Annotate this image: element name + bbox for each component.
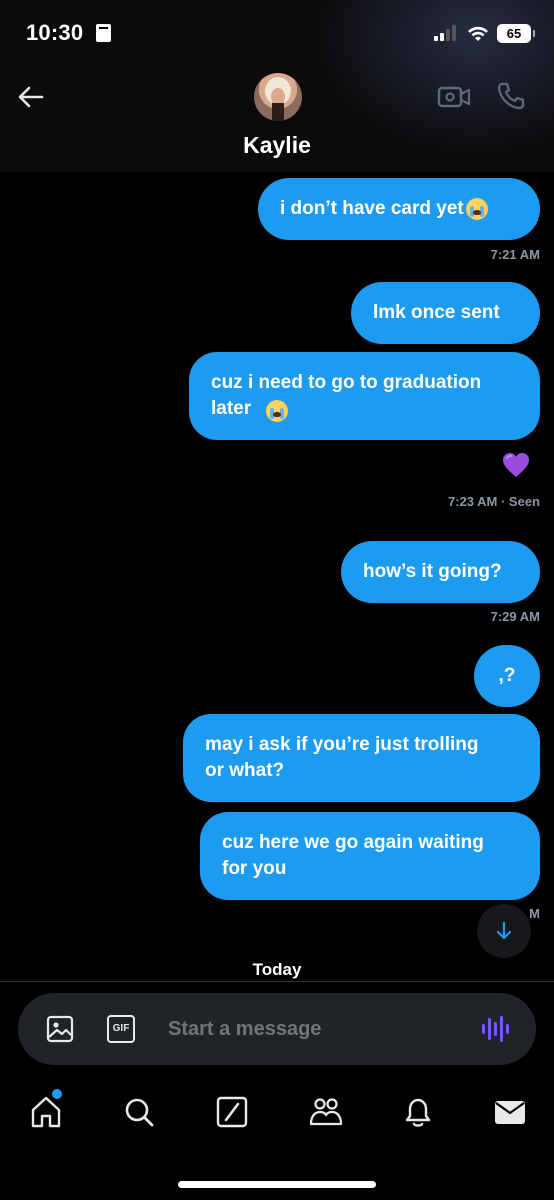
sent-message[interactable]: may i ask if you’re just trolling or wha… <box>183 714 540 802</box>
loudly-crying-emoji <box>465 198 488 220</box>
message-timestamp: M <box>529 906 540 921</box>
communities-icon[interactable] <box>306 1092 346 1132</box>
cellular-signal-icon <box>434 25 460 41</box>
message-composer: GIF <box>18 993 536 1065</box>
purple-heart-reaction-icon[interactable] <box>501 450 531 480</box>
reading-list-icon <box>96 24 111 42</box>
notifications-icon[interactable] <box>398 1092 438 1132</box>
sent-message[interactable]: cuz i need to go to graduation later <box>189 352 540 440</box>
sent-message[interactable]: lmk once sent <box>351 282 540 344</box>
search-icon[interactable] <box>119 1092 159 1132</box>
status-bar: 10:30 65 <box>0 0 554 70</box>
day-divider-label: Today <box>252 960 302 979</box>
contact-avatar[interactable] <box>254 73 302 121</box>
message-status: 7:23 AM · Seen <box>448 494 540 509</box>
image-icon[interactable] <box>46 1015 74 1043</box>
grok-icon[interactable] <box>212 1092 252 1132</box>
back-arrow-icon[interactable] <box>14 80 48 114</box>
sent-message[interactable]: cuz here we go again waiting for you <box>200 812 540 900</box>
status-time: 10:30 <box>26 20 84 45</box>
gif-button[interactable]: GIF <box>107 1015 135 1043</box>
home-notification-dot <box>52 1089 62 1099</box>
message-input[interactable] <box>168 1011 468 1047</box>
phone-call-icon[interactable] <box>495 80 527 112</box>
contact-name[interactable]: Kaylie <box>0 132 554 159</box>
message-timestamp: 7:21 AM <box>490 247 540 262</box>
home-indicator[interactable] <box>178 1181 376 1188</box>
sent-message[interactable]: ,? <box>474 645 540 707</box>
voice-message-icon[interactable] <box>480 1013 512 1045</box>
wifi-icon <box>468 26 488 41</box>
composer-divider <box>0 981 554 982</box>
sent-message[interactable]: how’s it going? <box>341 541 540 603</box>
messages-icon[interactable] <box>490 1092 530 1132</box>
scroll-to-bottom-button[interactable] <box>477 904 531 958</box>
message-timestamp: 7:29 AM <box>490 609 540 624</box>
loudly-crying-emoji <box>266 400 288 422</box>
arrow-down-icon <box>496 921 512 940</box>
battery-indicator: 65 <box>497 24 535 43</box>
sent-message[interactable]: i don’t have card yet <box>258 178 540 240</box>
video-call-icon[interactable] <box>437 84 471 110</box>
